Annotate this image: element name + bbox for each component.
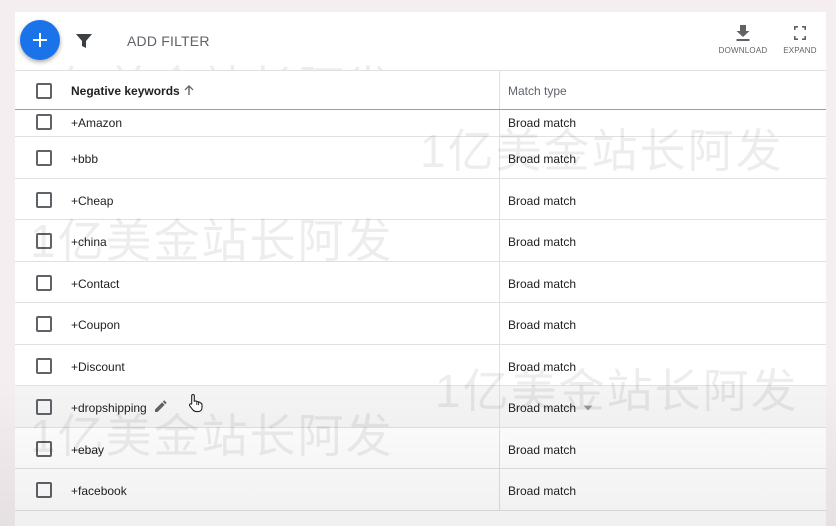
row-checkbox[interactable] (36, 316, 52, 332)
plus-icon (33, 33, 47, 47)
caret-down-icon[interactable] (583, 405, 593, 411)
column-divider (499, 137, 500, 178)
column-divider (499, 220, 500, 261)
table-row[interactable]: +Coupon Broad match (15, 303, 826, 345)
match-type-cell: Broad match (508, 318, 577, 332)
table-row[interactable]: +Cheap Broad match (15, 178, 826, 220)
table-row[interactable]: +ebay Broad match (15, 427, 826, 469)
table-row[interactable]: +Discount Broad match (15, 344, 826, 386)
table-row[interactable]: +facebook Broad match (15, 469, 826, 511)
column-header-match-type[interactable]: Match type (508, 84, 567, 98)
keyword-cell: +dropshipping (71, 401, 147, 415)
match-type-cell[interactable]: Broad match (508, 401, 576, 415)
keyword-cell: +china (71, 235, 107, 249)
column-divider (499, 261, 500, 302)
download-button[interactable]: DOWNLOAD (718, 24, 768, 55)
match-type-cell: Broad match (508, 152, 577, 166)
pencil-icon[interactable] (154, 399, 168, 413)
add-filter-button[interactable]: ADD FILTER (127, 33, 210, 49)
keyword-cell: +Discount (71, 359, 125, 374)
keyword-cell: +Contact (71, 276, 120, 291)
expand-button[interactable]: EXPAND (781, 24, 819, 55)
column-divider (499, 303, 500, 344)
match-type-cell: Broad match (508, 484, 577, 498)
match-type-cell: Broad match (508, 442, 577, 457)
match-type-cell: Broad match (508, 193, 577, 208)
column-divider (499, 178, 500, 219)
match-type-cell: Broad match (508, 276, 577, 291)
table-row[interactable]: +Amazon Broad match (15, 110, 826, 137)
match-type-cell: Broad match (508, 235, 577, 249)
column-divider (499, 427, 500, 468)
match-type-cell: Broad match (508, 116, 577, 130)
add-button[interactable] (20, 20, 60, 60)
row-checkbox[interactable] (36, 357, 52, 374)
match-type-cell: Broad match (508, 359, 577, 374)
row-checkbox[interactable] (36, 233, 52, 249)
row-checkbox[interactable] (36, 399, 52, 415)
table-header: Negative keywords Match type (15, 70, 826, 110)
select-all-checkbox[interactable] (36, 83, 52, 99)
hand-pointer-icon (188, 393, 203, 413)
column-divider (499, 110, 500, 136)
filter-icon[interactable] (75, 32, 93, 50)
download-label: DOWNLOAD (718, 46, 768, 55)
row-checkbox[interactable] (36, 482, 52, 498)
keyword-panel: ADD FILTER DOWNLOAD EXPAND Negative keyw… (15, 12, 826, 526)
table-row[interactable]: +china Broad match (15, 220, 826, 262)
row-checkbox[interactable] (36, 440, 52, 457)
keyword-cell: +Coupon (71, 318, 121, 332)
table-row[interactable]: +bbb Broad match (15, 137, 826, 179)
row-checkbox[interactable] (36, 150, 52, 166)
column-divider (499, 71, 500, 109)
toolbar: ADD FILTER DOWNLOAD EXPAND (15, 12, 826, 70)
column-divider (499, 386, 500, 427)
expand-label: EXPAND (783, 46, 817, 55)
download-icon (736, 25, 750, 41)
row-checkbox[interactable] (36, 191, 52, 208)
keyword-cell: +facebook (71, 484, 127, 498)
keyword-cell: +Amazon (71, 116, 123, 130)
keyword-cell: +bbb (71, 152, 99, 166)
keyword-list: +Amazon Broad match +bbb Broad match +Ch… (15, 110, 826, 511)
column-divider (499, 344, 500, 385)
row-checkbox[interactable] (36, 114, 52, 130)
column-divider (499, 469, 500, 510)
keyword-cell: +Cheap (71, 193, 114, 208)
row-checkbox[interactable] (36, 274, 52, 291)
table-row[interactable]: +dropshipping Broad match (15, 386, 826, 428)
arrow-up-icon[interactable] (183, 84, 195, 96)
table-row[interactable]: +Contact Broad match (15, 261, 826, 303)
column-header-keywords[interactable]: Negative keywords (71, 84, 180, 98)
expand-icon (794, 26, 806, 40)
keyword-cell: +ebay (71, 442, 105, 457)
